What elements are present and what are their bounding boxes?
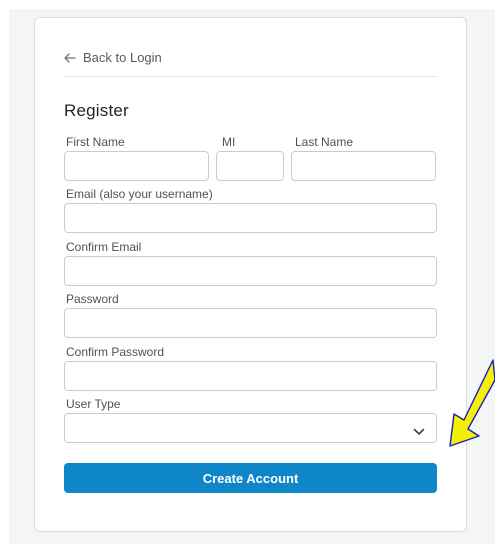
email-label: Email (also your username) [66, 187, 213, 201]
first-name-label: First Name [66, 135, 125, 149]
mi-input[interactable] [216, 151, 284, 181]
create-account-button[interactable]: Create Account [64, 463, 437, 493]
last-name-label: Last Name [295, 135, 354, 149]
header-divider [64, 76, 436, 77]
page-title: Register [64, 101, 129, 120]
first-name-input[interactable] [64, 151, 209, 181]
confirm-email-label: Confirm Email [66, 240, 142, 254]
last-name-input[interactable] [291, 151, 436, 181]
user-type-label: User Type [66, 397, 121, 411]
arrow-left-icon [64, 52, 76, 63]
back-to-login-label: Back to Login [83, 50, 162, 65]
email-input[interactable] [64, 203, 437, 233]
confirm-password-input[interactable] [64, 361, 437, 391]
user-type-select[interactable] [64, 413, 437, 443]
confirm-password-label: Confirm Password [66, 345, 165, 359]
password-input[interactable] [64, 308, 437, 338]
password-label: Password [66, 292, 119, 306]
annotation-arrow-icon [446, 358, 495, 455]
mi-label: MI [222, 135, 236, 149]
back-to-login-link[interactable]: Back to Login [64, 50, 162, 65]
chevron-down-icon [413, 423, 425, 441]
create-account-label: Create Account [202, 470, 299, 486]
confirm-email-input[interactable] [64, 256, 437, 286]
